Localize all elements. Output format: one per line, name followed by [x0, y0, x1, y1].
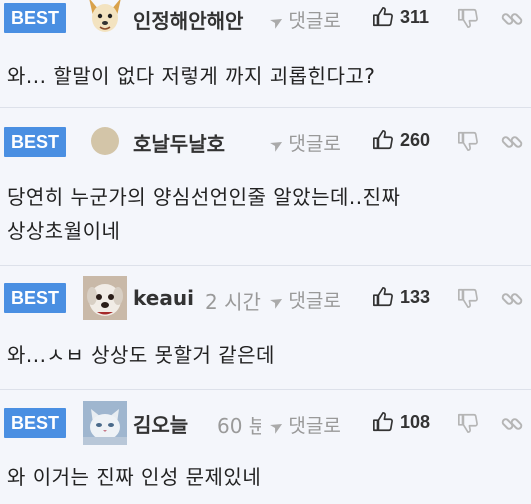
- thumbs-up-icon: [373, 7, 393, 27]
- link-icon: [501, 293, 523, 305]
- cat-photo-icon: [83, 401, 127, 445]
- comment-meta: BEST 호날두날호 ➤댓글로 260: [0, 109, 531, 157]
- reply-button[interactable]: ➤댓글로: [266, 286, 341, 313]
- nickname[interactable]: 호날두날호: [133, 128, 253, 157]
- avatar[interactable]: [83, 401, 127, 445]
- reply-arrow-icon: ➤: [266, 132, 288, 157]
- reply-label: 댓글로: [288, 290, 341, 312]
- dislike-button[interactable]: [457, 130, 479, 156]
- like-button[interactable]: 133: [372, 286, 430, 308]
- reply-arrow-icon: ➤: [266, 9, 288, 34]
- reply-label: 댓글로: [288, 415, 341, 437]
- reply-button[interactable]: ➤댓글로: [266, 129, 341, 156]
- best-badge: BEST: [4, 127, 66, 157]
- thumbs-down-icon: [458, 131, 478, 151]
- best-badge: BEST: [4, 408, 66, 438]
- comment-item: BEST 김오늘 60 분 ➤댓글로 108 와 이거는 진짜 인성 문제있네: [0, 390, 531, 504]
- share-link-button[interactable]: [500, 287, 524, 315]
- avatar[interactable]: [83, 0, 127, 38]
- thumbs-down-icon: [458, 413, 478, 433]
- comment-meta: BEST 인정해안해안 ➤댓글로 311: [0, 0, 531, 40]
- dog-cartoon-icon: [83, 0, 127, 38]
- like-count: 108: [400, 411, 431, 432]
- dislike-button[interactable]: [457, 412, 479, 438]
- like-button[interactable]: 108: [372, 411, 430, 433]
- nickname[interactable]: 인정해안해안: [133, 5, 261, 34]
- thumbs-up-icon: [373, 412, 393, 432]
- comment-item: BEST 인정해안해안 ➤댓글로 311 와... 할말이 없다 저렇게 까지 …: [0, 0, 531, 108]
- comment-time: 2 시간: [205, 290, 261, 314]
- default-avatar-icon: [91, 127, 119, 155]
- puppy-photo-icon: [83, 276, 127, 320]
- comment-text: 와...ㅅㅂ 상상도 못할거 같은데: [7, 343, 275, 367]
- comment-item: BEST 호날두날호 ➤댓글로 260 당연히 누군가의 양심선언인줄 알았는데…: [0, 109, 531, 266]
- like-count: 311: [400, 6, 430, 27]
- comment-time: 60 분: [217, 414, 261, 438]
- comment-text: 와 이거는 진짜 인성 문제있네: [7, 465, 262, 489]
- thumbs-up-icon: [373, 287, 393, 307]
- reply-label: 댓글로: [288, 10, 341, 32]
- nickname[interactable]: 김오늘: [133, 409, 205, 438]
- like-count: 260: [400, 129, 431, 150]
- reply-button[interactable]: ➤댓글로: [266, 6, 341, 33]
- comment-text: 당연히 누군가의 양심선언인줄 알았는데..진짜 상상초월이네: [7, 185, 401, 243]
- reply-arrow-icon: ➤: [266, 289, 288, 314]
- comment-meta: BEST 김오늘 60 분 ➤댓글로 108: [0, 390, 531, 445]
- best-badge: BEST: [4, 283, 66, 313]
- best-badge: BEST: [4, 3, 66, 33]
- like-button[interactable]: 311: [372, 6, 429, 28]
- comment-meta: BEST keaui 2 시간 ➤댓글로 133: [0, 266, 531, 320]
- reply-label: 댓글로: [288, 133, 341, 155]
- thumbs-down-icon: [458, 8, 478, 28]
- comment-text: 와... 할말이 없다 저렇게 까지 괴롭힌다고?: [7, 64, 376, 88]
- link-icon: [501, 418, 523, 430]
- thumbs-up-icon: [373, 130, 393, 150]
- thumbs-down-icon: [458, 288, 478, 308]
- share-link-button[interactable]: [500, 412, 524, 440]
- like-button[interactable]: 260: [372, 129, 430, 151]
- like-count: 133: [400, 286, 431, 307]
- avatar[interactable]: [83, 119, 127, 163]
- reply-arrow-icon: ➤: [266, 414, 288, 439]
- comment-item: BEST keaui 2 시간 ➤댓글로 133 와...ㅅㅂ 상상도 못할거 …: [0, 266, 531, 390]
- link-icon: [501, 136, 523, 148]
- nickname[interactable]: keaui: [133, 286, 197, 310]
- dislike-button[interactable]: [457, 287, 479, 313]
- avatar[interactable]: [83, 276, 127, 320]
- share-link-button[interactable]: [500, 7, 524, 35]
- dislike-button[interactable]: [457, 7, 479, 33]
- share-link-button[interactable]: [500, 130, 524, 158]
- link-icon: [501, 13, 523, 25]
- reply-button[interactable]: ➤댓글로: [266, 411, 341, 438]
